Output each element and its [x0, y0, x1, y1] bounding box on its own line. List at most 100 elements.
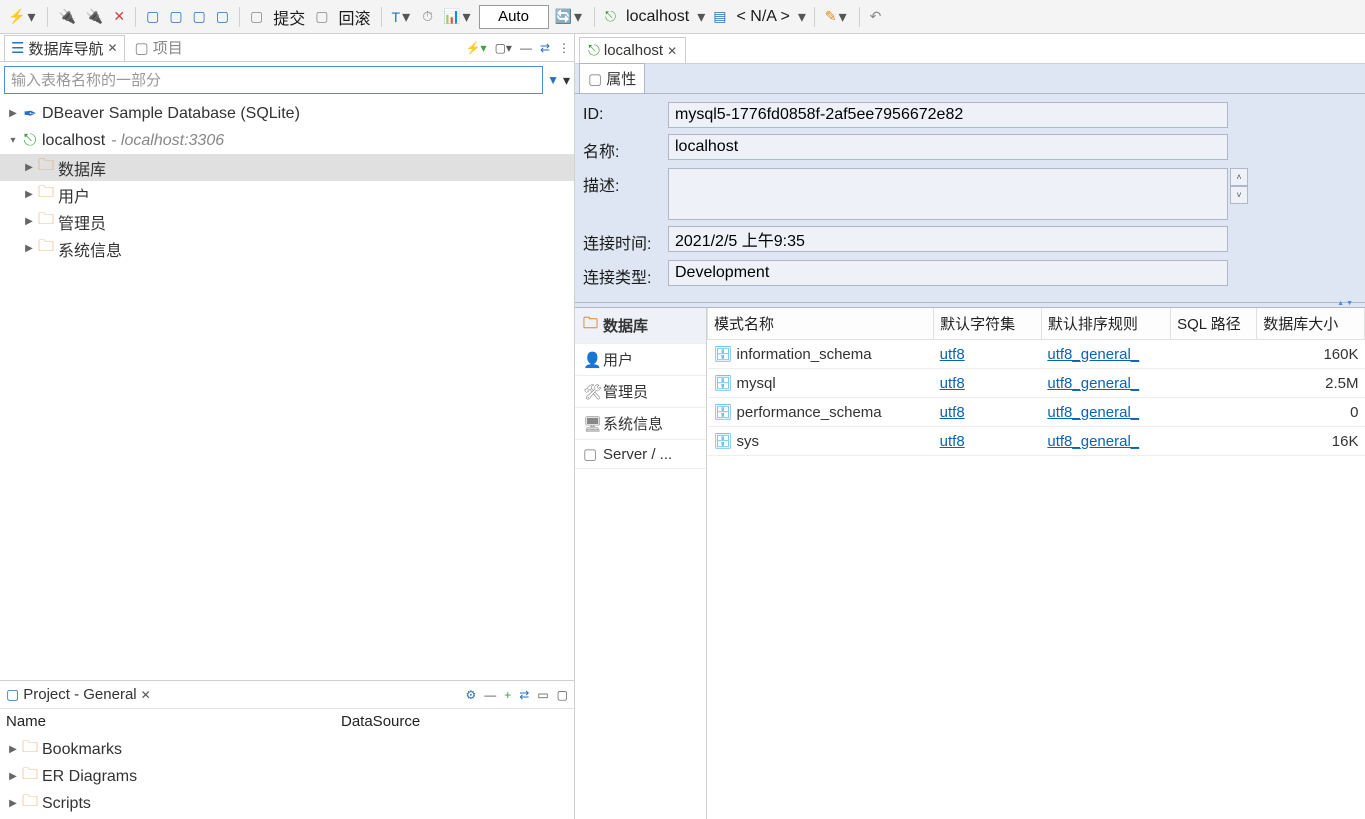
detail-nav-sysinfo[interactable]: 🖥 系统信息 — [575, 408, 706, 440]
database-selector[interactable]: < N/A > — [732, 8, 793, 26]
close-editor-icon[interactable]: ✕ — [667, 44, 677, 58]
filter-icon[interactable]: ▼ — [547, 73, 559, 87]
disconnect-icon[interactable]: 🔌 — [82, 6, 107, 27]
sql-recent-icon[interactable]: ▢ — [189, 6, 210, 27]
tree-node-localhost[interactable]: ▾ ⎋ localhost - localhost:3306 — [0, 127, 574, 154]
connect-icon[interactable]: 🔌 — [54, 6, 79, 27]
tx-mode-icon[interactable]: T▾ — [388, 5, 417, 29]
maximize-icon[interactable]: ▢ — [557, 688, 568, 702]
tree-node-sysinfo[interactable]: ▶ 🗀 系统信息 — [0, 235, 574, 262]
tree-node-databases[interactable]: ▶ 🗀 数据库 — [0, 154, 574, 181]
editor-sub-tabs: ▢ 属性 — [575, 64, 1365, 94]
commit-label[interactable]: 提交 — [269, 5, 309, 29]
col-sqlpath[interactable]: SQL 路径 — [1171, 308, 1257, 340]
expander-icon[interactable]: ▶ — [6, 798, 20, 809]
sql-editor-icon[interactable]: ▢ — [142, 6, 163, 27]
cell-charset[interactable]: utf8 — [934, 340, 1042, 369]
col-charset[interactable]: 默认字符集 — [934, 308, 1042, 340]
collapse-all-icon[interactable]: — — [484, 688, 496, 702]
expander-icon[interactable]: ▶ — [22, 216, 36, 227]
expander-icon[interactable]: ▶ — [6, 744, 20, 755]
detail-nav-databases[interactable]: 🗀 数据库 — [575, 308, 706, 344]
cell-collation[interactable]: utf8_general_ — [1041, 398, 1170, 427]
detail-nav-admin[interactable]: 🛠 管理员 — [575, 376, 706, 408]
editor-tabs: ⎋ localhost ✕ — [575, 34, 1365, 64]
undo-icon[interactable]: ↶ — [866, 6, 886, 27]
project-node-er[interactable]: ▶ 🗀 ER Diagrams — [0, 763, 574, 790]
table-row[interactable]: 🗄mysqlutf8utf8_general_2.5M — [708, 369, 1365, 398]
prop-name-field[interactable] — [668, 134, 1228, 160]
tree-node-sample-db[interactable]: ▶ ✒ DBeaver Sample Database (SQLite) — [0, 100, 574, 127]
close-tab-icon[interactable]: ✕ — [107, 41, 117, 55]
auto-mode-input[interactable] — [479, 5, 549, 29]
add-icon[interactable]: + — [504, 688, 511, 702]
sub-tab-properties[interactable]: ▢ 属性 — [579, 63, 645, 93]
edit-icon[interactable]: ✎▾ — [821, 5, 853, 29]
connection-selector[interactable]: localhost — [622, 8, 693, 26]
expander-icon[interactable]: ▾ — [6, 135, 20, 146]
tab-projects[interactable]: ▢ 项目 — [129, 35, 189, 60]
link-icon[interactable]: ⇄ — [519, 688, 529, 702]
expander-icon[interactable]: ▶ — [22, 162, 36, 173]
rollback-icon[interactable]: ▢ — [311, 6, 332, 27]
project-icon: ▢ — [135, 39, 149, 57]
connection-dropdown-icon[interactable]: ▾ — [695, 7, 707, 27]
properties-icon: ▢ — [588, 70, 602, 88]
tab-database-navigator[interactable]: ☰ 数据库导航 ✕ — [4, 35, 125, 61]
close-tab-icon[interactable]: ✕ — [141, 688, 151, 702]
refresh-tree-icon[interactable]: ▢▾ — [495, 41, 512, 55]
collapse-icon[interactable]: — — [520, 41, 532, 55]
tx-monitor-icon[interactable]: 📊▾ — [439, 5, 476, 29]
invalidate-icon[interactable]: ✕ — [109, 6, 129, 27]
sash-handle[interactable] — [575, 302, 1365, 308]
cell-collation[interactable]: utf8_general_ — [1041, 427, 1170, 456]
tree-node-users[interactable]: ▶ 🗀 用户 — [0, 181, 574, 208]
cell-collation[interactable]: utf8_general_ — [1041, 340, 1170, 369]
commit-icon[interactable]: ▢ — [246, 6, 267, 27]
detail-nav-server[interactable]: ▢ Server / ... — [575, 440, 706, 469]
cell-charset[interactable]: utf8 — [934, 427, 1042, 456]
col-dbsize[interactable]: 数据库大小 — [1257, 308, 1365, 340]
prop-desc-field[interactable] — [668, 168, 1228, 220]
tree-node-admin[interactable]: ▶ 🗀 管理员 — [0, 208, 574, 235]
detail-nav-users[interactable]: 👤 用户 — [575, 344, 706, 376]
link-editor-icon[interactable]: ⇄ — [540, 41, 550, 55]
database-dropdown-icon[interactable]: ▾ — [796, 7, 808, 27]
cell-collation[interactable]: utf8_general_ — [1041, 369, 1170, 398]
sql-script-icon[interactable]: ▢ — [165, 6, 186, 27]
refresh-icon[interactable]: 🔄▾ — [551, 5, 588, 29]
table-row[interactable]: 🗄information_schemautf8utf8_general_160K — [708, 340, 1365, 369]
expander-icon[interactable]: ▶ — [6, 108, 20, 119]
project-node-scripts[interactable]: ▶ 🗀 Scripts — [0, 790, 574, 817]
detail-nav: 🗀 数据库 👤 用户 🛠 管理员 🖥 系统信息 ▢ Server / — [575, 308, 707, 819]
configure-icon[interactable]: ⚙ — [465, 688, 476, 702]
project-node-bookmarks[interactable]: ▶ 🗀 Bookmarks — [0, 736, 574, 763]
cell-charset[interactable]: utf8 — [934, 369, 1042, 398]
new-connection-icon[interactable]: ⚡▾ — [4, 5, 41, 29]
sql-console-icon[interactable]: ▢ — [212, 6, 233, 27]
new-conn-icon[interactable]: ⚡▾ — [466, 41, 487, 55]
col-schema[interactable]: 模式名称 — [708, 308, 934, 340]
folder-icon: 🗀 — [20, 736, 40, 763]
minimize-icon[interactable]: ▭ — [537, 688, 548, 702]
detail-server-label: Server / ... — [603, 446, 672, 463]
tree-filter-input[interactable] — [4, 66, 543, 94]
rollback-label[interactable]: 回滚 — [335, 5, 375, 29]
view-menu-icon[interactable]: ⋮ — [558, 41, 570, 55]
prop-conntype-field[interactable] — [668, 260, 1228, 286]
expander-icon[interactable]: ▶ — [6, 771, 20, 782]
spin-up-icon[interactable]: ˄ — [1230, 168, 1248, 186]
cell-charset[interactable]: utf8 — [934, 398, 1042, 427]
database-tree: ▶ ✒ DBeaver Sample Database (SQLite) ▾ ⎋… — [0, 98, 574, 680]
tx-log-icon[interactable]: ⏱ — [418, 6, 437, 27]
editor-tab-localhost[interactable]: ⎋ localhost ✕ — [579, 37, 686, 63]
prop-id-field[interactable] — [668, 102, 1228, 128]
spin-down-icon[interactable]: ˅ — [1230, 186, 1248, 204]
table-row[interactable]: 🗄performance_schemautf8utf8_general_0 — [708, 398, 1365, 427]
prop-conntime-field[interactable] — [668, 226, 1228, 252]
expander-icon[interactable]: ▶ — [22, 243, 36, 254]
table-row[interactable]: 🗄sysutf8utf8_general_16K — [708, 427, 1365, 456]
col-collation[interactable]: 默认排序规则 — [1041, 308, 1170, 340]
expander-icon[interactable]: ▶ — [22, 189, 36, 200]
filter-dropdown-icon[interactable]: ▾ — [563, 72, 570, 89]
